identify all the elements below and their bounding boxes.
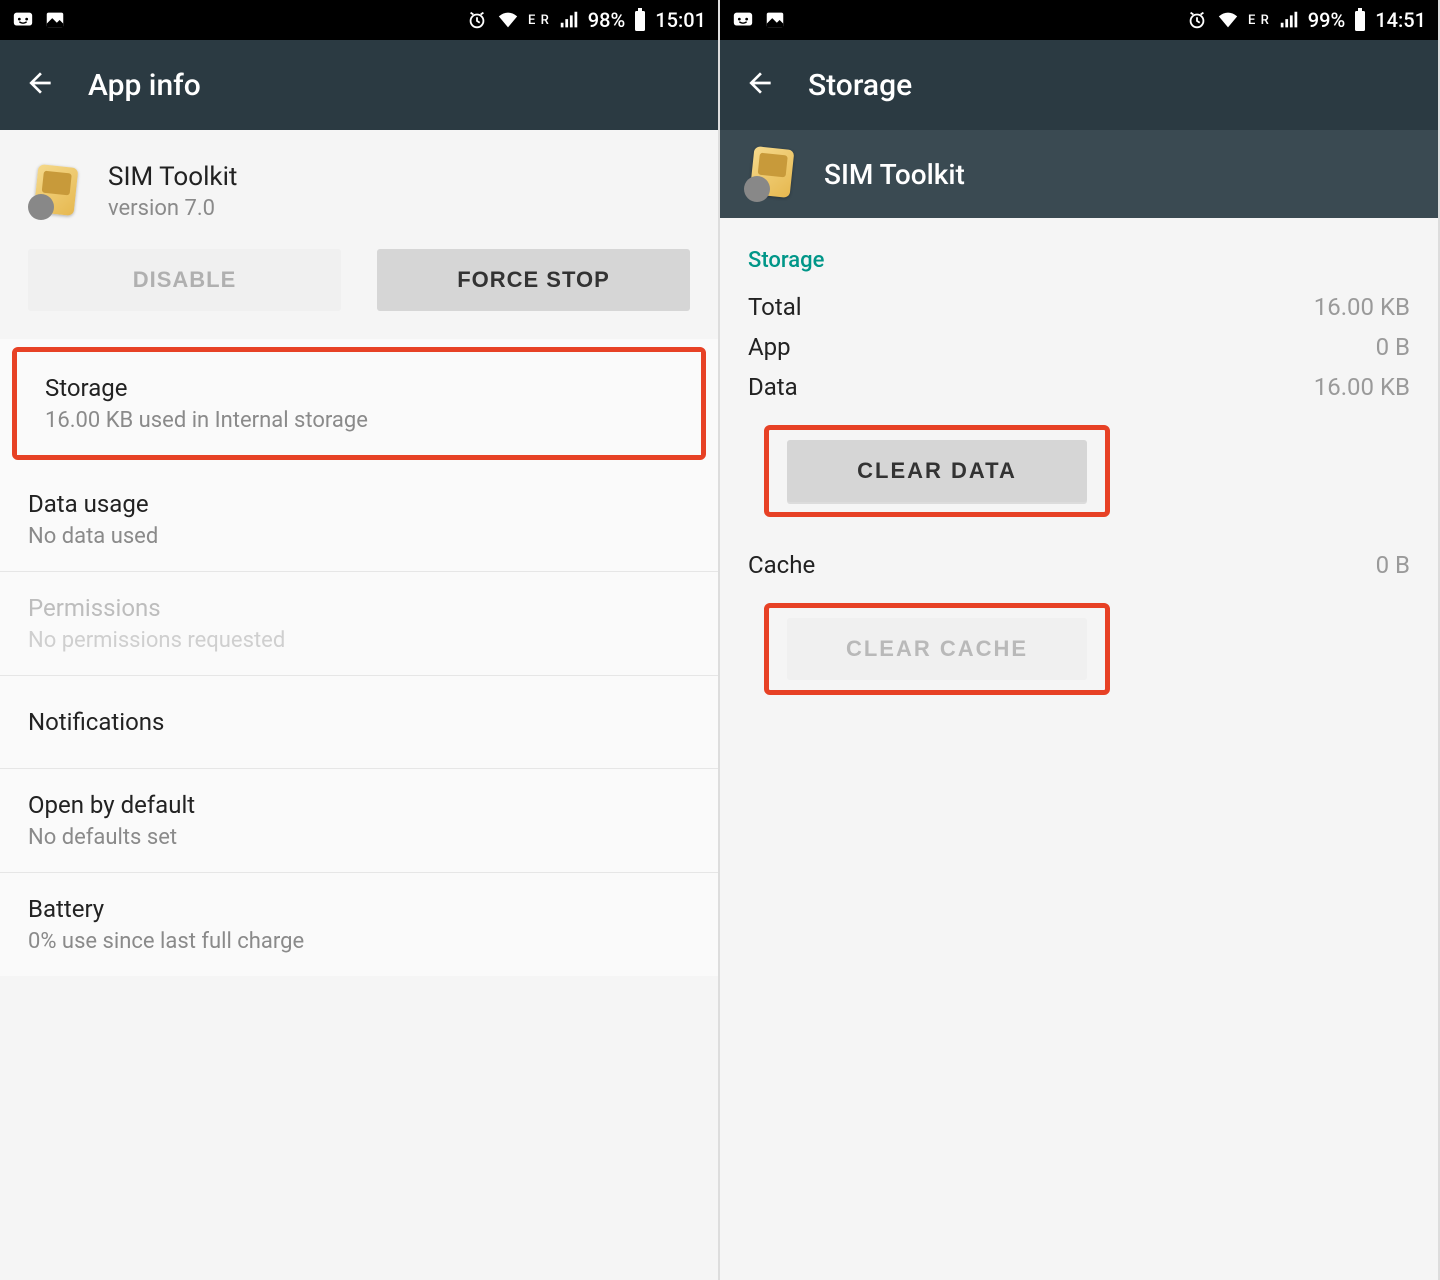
action-button-row: DISABLE FORCE STOP <box>0 239 718 339</box>
row-open-by-default[interactable]: Open by default No defaults set <box>0 769 718 873</box>
value: 0 B <box>1376 551 1410 579</box>
network-label: E R <box>528 13 550 28</box>
page-title: Storage <box>808 68 912 103</box>
app-version: version 7.0 <box>108 196 237 221</box>
row-subtitle: No permissions requested <box>28 628 690 653</box>
value: 0 B <box>1376 333 1410 361</box>
page-title: App info <box>88 68 201 103</box>
section-label-storage: Storage <box>720 218 1438 287</box>
messaging-icon <box>732 9 754 31</box>
clear-data-button[interactable]: CLEAR DATA <box>787 440 1087 502</box>
row-subtitle: 16.00 KB used in Internal storage <box>45 408 673 433</box>
label: Total <box>748 293 802 321</box>
app-name: SIM Toolkit <box>108 162 237 192</box>
row-title: Notifications <box>28 708 690 736</box>
header-bar: App info <box>0 40 718 130</box>
row-title: Data usage <box>28 490 690 518</box>
header-bar: Storage <box>720 40 1438 130</box>
row-notifications[interactable]: Notifications <box>0 676 718 769</box>
row-title: Open by default <box>28 791 690 819</box>
alarm-icon <box>1186 9 1208 31</box>
value: 16.00 KB <box>1314 293 1410 321</box>
battery-icon <box>1353 8 1367 32</box>
row-storage[interactable]: Storage 16.00 KB used in Internal storag… <box>17 352 701 455</box>
label: App <box>748 333 791 361</box>
signal-icon <box>1278 9 1300 31</box>
row-permissions: Permissions No permissions requested <box>0 572 718 676</box>
status-bar: E R 98% 15:01 <box>0 0 718 40</box>
row-data-usage[interactable]: Data usage No data used <box>0 468 718 572</box>
row-subtitle: No data used <box>28 524 690 549</box>
alarm-icon <box>466 9 488 31</box>
back-icon[interactable] <box>744 67 776 103</box>
force-stop-button[interactable]: FORCE STOP <box>377 249 690 311</box>
battery-icon <box>633 8 647 32</box>
settings-list: Storage 16.00 KB used in Internal storag… <box>0 339 718 976</box>
row-title: Storage <box>45 374 673 402</box>
row-data: Data 16.00 KB <box>748 367 1410 407</box>
network-label: E R <box>1248 13 1270 28</box>
panel-app-info: E R 98% 15:01 App info SIM Toolkit versi… <box>0 0 720 1280</box>
row-subtitle: No defaults set <box>28 825 690 850</box>
back-icon[interactable] <box>24 67 56 103</box>
status-bar: E R 99% 14:51 <box>720 0 1438 40</box>
clear-cache-button: CLEAR CACHE <box>787 618 1087 680</box>
row-title: Battery <box>28 895 690 923</box>
row-cache: Cache 0 B <box>748 545 1410 585</box>
app-info-block: SIM Toolkit version 7.0 <box>0 130 718 239</box>
wifi-icon <box>496 9 520 31</box>
highlight-clear-data: CLEAR DATA <box>764 425 1110 517</box>
disable-button[interactable]: DISABLE <box>28 249 341 311</box>
row-subtitle: 0% use since last full charge <box>28 929 690 954</box>
clock-time: 14:51 <box>1375 8 1426 32</box>
sim-toolkit-icon <box>744 146 800 202</box>
storage-values: Total 16.00 KB App 0 B Data 16.00 KB <box>720 287 1438 407</box>
gallery-icon <box>764 9 786 31</box>
gallery-icon <box>44 9 66 31</box>
battery-pct: 98% <box>588 8 625 32</box>
app-name: SIM Toolkit <box>824 158 965 191</box>
highlight-clear-cache: CLEAR CACHE <box>764 603 1110 695</box>
clock-time: 15:01 <box>655 8 706 32</box>
row-total: Total 16.00 KB <box>748 287 1410 327</box>
row-app: App 0 B <box>748 327 1410 367</box>
wifi-icon <box>1216 9 1240 31</box>
value: 16.00 KB <box>1314 373 1410 401</box>
signal-icon <box>558 9 580 31</box>
label: Cache <box>748 551 815 579</box>
sim-toolkit-icon <box>28 164 84 220</box>
messaging-icon <box>12 9 34 31</box>
highlight-storage: Storage 16.00 KB used in Internal storag… <box>12 347 706 460</box>
panel-storage: E R 99% 14:51 Storage SIM Toolkit Storag… <box>720 0 1440 1280</box>
battery-pct: 99% <box>1308 8 1345 32</box>
row-battery[interactable]: Battery 0% use since last full charge <box>0 873 718 976</box>
row-title: Permissions <box>28 594 690 622</box>
app-header-row: SIM Toolkit <box>720 130 1438 218</box>
label: Data <box>748 373 798 401</box>
cache-values: Cache 0 B <box>720 545 1438 585</box>
